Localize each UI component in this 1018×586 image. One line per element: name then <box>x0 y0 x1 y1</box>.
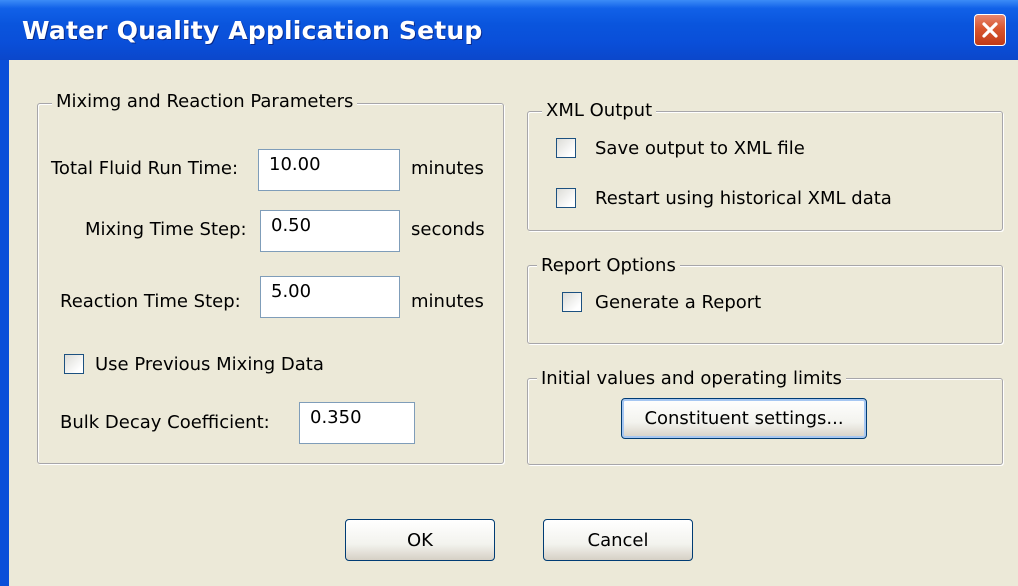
dialog-client-area: Miximg and Reaction Parameters Total Flu… <box>9 60 1018 586</box>
ok-button[interactable]: OK <box>345 519 495 561</box>
reaction-step-input[interactable]: 5.00 <box>260 276 400 318</box>
mixing-step-input[interactable]: 0.50 <box>260 210 400 252</box>
constituent-settings-button[interactable]: Constituent settings... <box>621 398 867 439</box>
xml-output-legend: XML Output <box>542 100 657 121</box>
run-time-label: Total Fluid Run Time: <box>51 158 239 179</box>
reaction-step-label: Reaction Time Step: <box>60 291 241 312</box>
cancel-button[interactable]: Cancel <box>543 519 693 561</box>
report-options-legend: Report Options <box>537 255 680 276</box>
window-title: Water Quality Application Setup <box>22 16 483 45</box>
run-time-unit: minutes <box>411 158 484 179</box>
restart-xml-checkbox[interactable] <box>556 188 576 208</box>
save-xml-label: Save output to XML file <box>595 138 805 159</box>
title-bar[interactable]: Water Quality Application Setup <box>0 0 1018 60</box>
mixing-step-label: Mixing Time Step: <box>85 219 247 240</box>
generate-report-checkbox[interactable] <box>562 292 582 312</box>
generate-report-label: Generate a Report <box>595 292 762 313</box>
use-previous-label: Use Previous Mixing Data <box>95 354 324 375</box>
run-time-input[interactable]: 10.00 <box>258 149 400 191</box>
close-icon <box>982 22 998 38</box>
bulk-decay-label: Bulk Decay Coefficient: <box>60 412 270 433</box>
restart-xml-label: Restart using historical XML data <box>595 188 892 209</box>
mixing-step-unit: seconds <box>411 219 485 240</box>
close-button[interactable] <box>974 14 1006 46</box>
bulk-decay-input[interactable]: 0.350 <box>299 402 415 444</box>
dialog-window: Water Quality Application Setup Miximg a… <box>0 0 1018 586</box>
use-previous-checkbox[interactable] <box>64 354 84 374</box>
mixing-reaction-legend: Miximg and Reaction Parameters <box>52 91 358 112</box>
reaction-step-unit: minutes <box>411 291 484 312</box>
initial-values-legend: Initial values and operating limits <box>537 368 846 389</box>
save-xml-checkbox[interactable] <box>556 138 576 158</box>
xml-output-group <box>527 111 1003 231</box>
